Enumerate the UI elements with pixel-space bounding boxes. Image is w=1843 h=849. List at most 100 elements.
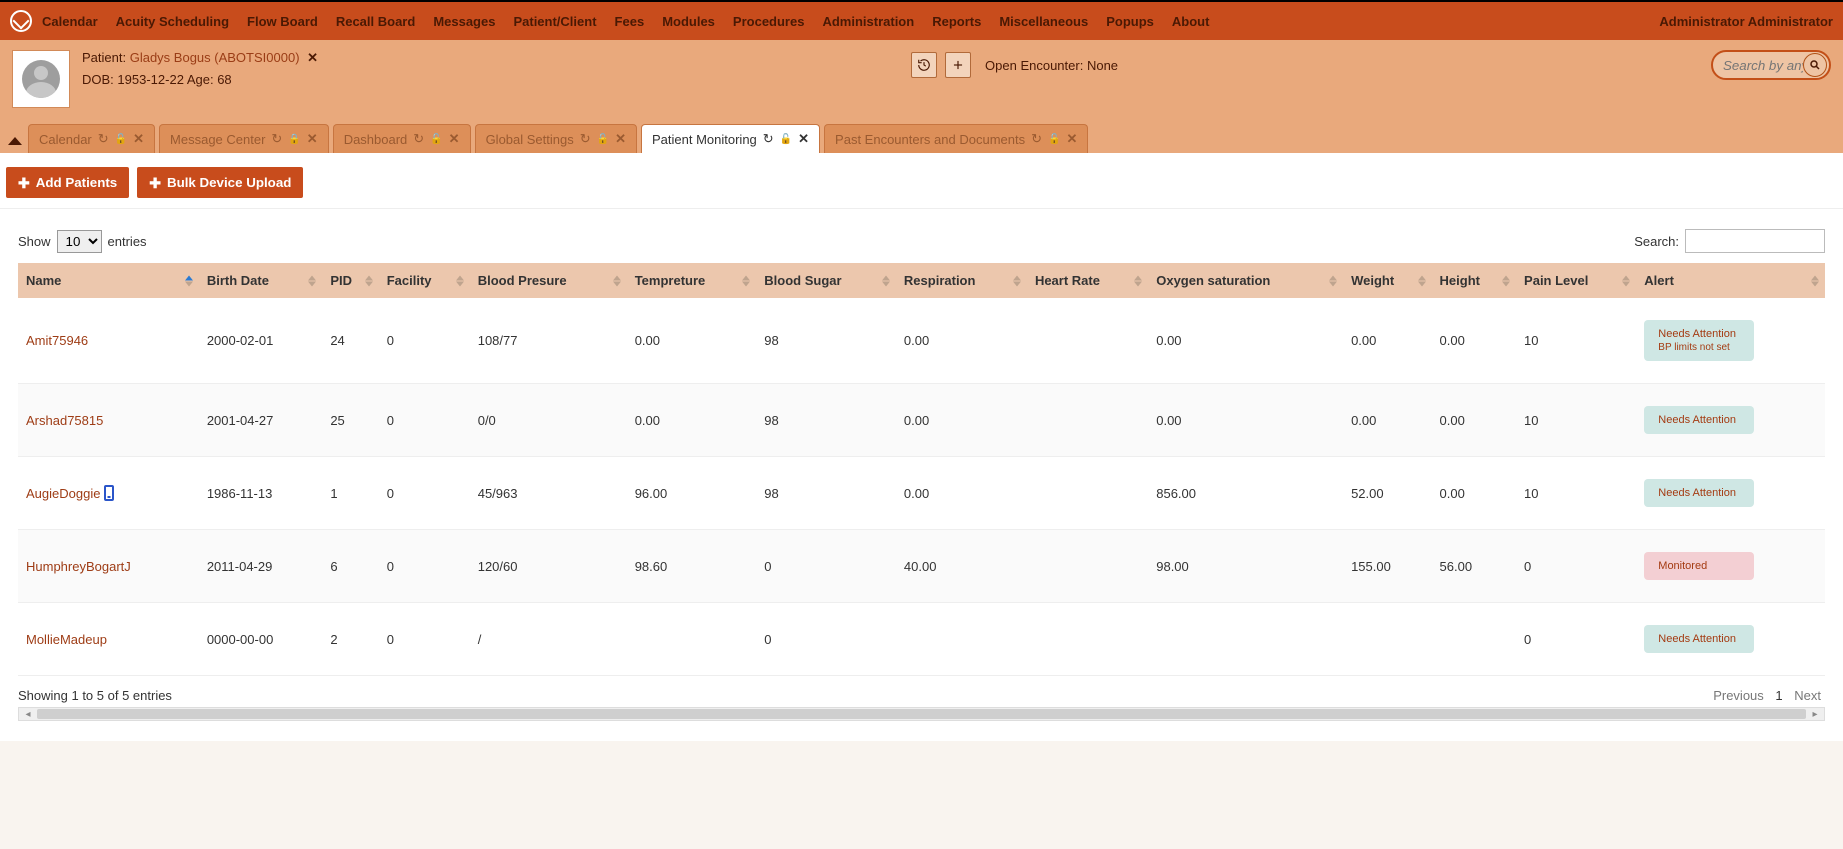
unlock-icon[interactable] (597, 134, 609, 145)
nav-item-messages[interactable]: Messages (433, 14, 495, 29)
tab-past-encounters-and-documents[interactable]: Past Encounters and Documents✕ (824, 124, 1088, 153)
tab-calendar[interactable]: Calendar✕ (28, 124, 155, 153)
close-icon[interactable]: ✕ (615, 131, 626, 147)
col-label: Blood Sugar (764, 273, 841, 288)
pager-previous[interactable]: Previous (1713, 688, 1764, 703)
new-encounter-button[interactable] (945, 52, 971, 78)
patient-avatar[interactable] (12, 50, 70, 108)
alert-badge[interactable]: Needs Attention (1644, 479, 1754, 507)
refresh-icon[interactable] (580, 131, 591, 147)
pager-next[interactable]: Next (1794, 688, 1821, 703)
refresh-icon[interactable] (1031, 131, 1042, 147)
app-logo-icon[interactable] (10, 10, 32, 32)
nav-item-administration[interactable]: Administration (822, 14, 914, 29)
refresh-icon[interactable] (271, 131, 282, 147)
patient-name-link[interactable]: MollieMadeup (26, 632, 107, 647)
action-bar: ✚Add Patients ✚Bulk Device Upload (0, 153, 1843, 209)
page-size-select[interactable]: 10 (57, 230, 102, 253)
nav-item-patient-client[interactable]: Patient/Client (513, 14, 596, 29)
col-heart-rate[interactable]: Heart Rate (1027, 263, 1148, 298)
close-icon[interactable]: ✕ (449, 131, 460, 147)
patient-name-link[interactable]: Arshad75815 (26, 413, 103, 428)
nav-item-recall-board[interactable]: Recall Board (336, 14, 415, 29)
nav-item-acuity-scheduling[interactable]: Acuity Scheduling (116, 14, 229, 29)
alert-badge[interactable]: Needs Attention (1644, 406, 1754, 434)
patient-name-link[interactable]: HumphreyBogartJ (26, 559, 131, 574)
col-blood-sugar[interactable]: Blood Sugar (756, 263, 896, 298)
col-tempreture[interactable]: Tempreture (627, 263, 757, 298)
nav-item-procedures[interactable]: Procedures (733, 14, 805, 29)
tab-global-settings[interactable]: Global Settings ✕ (475, 124, 637, 153)
cell-name[interactable]: Arshad75815 (18, 384, 199, 457)
refresh-icon[interactable] (413, 131, 424, 147)
global-search-input[interactable] (1723, 58, 1803, 73)
scroll-left-icon[interactable]: ◂ (20, 708, 36, 720)
pager-current-page[interactable]: 1 (1775, 688, 1782, 703)
cell: 0.00 (1432, 384, 1517, 457)
nav-item-about[interactable]: About (1172, 14, 1210, 29)
patient-name-link[interactable]: AugieDoggie (26, 486, 100, 501)
cell-name[interactable]: MollieMadeup (18, 603, 199, 676)
col-oxygen-saturation[interactable]: Oxygen saturation (1148, 263, 1343, 298)
cell-name[interactable]: Amit75946 (18, 298, 199, 384)
unlock-icon[interactable] (1048, 134, 1060, 145)
nav-item-miscellaneous[interactable]: Miscellaneous (999, 14, 1088, 29)
nav-item-reports[interactable]: Reports (932, 14, 981, 29)
close-icon[interactable]: ✕ (133, 131, 144, 147)
col-weight[interactable]: Weight (1343, 263, 1431, 298)
cell-alert: Monitored (1636, 530, 1825, 603)
tab-label: Global Settings (486, 132, 574, 147)
encounter-history-button[interactable] (911, 52, 937, 78)
sort-icon (365, 275, 373, 286)
patient-name-link[interactable]: Gladys Bogus (ABOTSI0000) (130, 50, 300, 65)
collapse-header-icon[interactable] (8, 137, 22, 145)
nav-item-popups[interactable]: Popups (1106, 14, 1154, 29)
col-label: Name (26, 273, 61, 288)
close-icon[interactable]: ✕ (1066, 131, 1077, 147)
lock-icon[interactable] (288, 134, 300, 145)
cell: 0 (756, 530, 896, 603)
refresh-icon[interactable] (763, 131, 774, 147)
alert-badge[interactable]: Monitored (1644, 552, 1754, 580)
col-alert[interactable]: Alert (1636, 263, 1825, 298)
nav-item-modules[interactable]: Modules (662, 14, 715, 29)
col-pain-level[interactable]: Pain Level (1516, 263, 1636, 298)
alert-badge[interactable]: Needs Attention (1644, 625, 1754, 653)
col-birth-date[interactable]: Birth Date (199, 263, 323, 298)
col-facility[interactable]: Facility (379, 263, 470, 298)
scroll-thumb[interactable] (37, 709, 1806, 719)
unlock-icon[interactable] (430, 134, 442, 145)
scroll-right-icon[interactable]: ▸ (1807, 708, 1823, 720)
global-search-button[interactable] (1803, 53, 1827, 77)
unlock-icon[interactable] (115, 134, 127, 145)
alert-badge[interactable]: Needs AttentionBP limits not set (1644, 320, 1754, 361)
nav-item-calendar[interactable]: Calendar (42, 14, 98, 29)
col-blood-presure[interactable]: Blood Presure (470, 263, 627, 298)
col-pid[interactable]: PID (322, 263, 378, 298)
cell-name[interactable]: HumphreyBogartJ (18, 530, 199, 603)
nav-item-flow-board[interactable]: Flow Board (247, 14, 318, 29)
col-height[interactable]: Height (1432, 263, 1517, 298)
tab-dashboard[interactable]: Dashboard✕ (333, 124, 471, 153)
add-patients-button[interactable]: ✚Add Patients (6, 167, 129, 198)
cell: 0.00 (1432, 457, 1517, 530)
col-name[interactable]: Name (18, 263, 199, 298)
patient-name-link[interactable]: Amit75946 (26, 333, 88, 348)
tab-message-center[interactable]: Message Center✕ (159, 124, 329, 153)
current-user[interactable]: Administrator Administrator (1659, 14, 1833, 29)
nav-menu: Calendar Acuity Scheduling Flow Board Recal… (42, 14, 1659, 29)
nav-item-fees[interactable]: Fees (615, 14, 645, 29)
cell: 52.00 (1343, 457, 1431, 530)
close-icon[interactable]: ✕ (307, 131, 318, 147)
cell-name[interactable]: AugieDoggie (18, 457, 199, 530)
col-respiration[interactable]: Respiration (896, 263, 1027, 298)
unlock-icon[interactable] (780, 134, 792, 145)
horizontal-scrollbar[interactable]: ◂ ▸ (18, 707, 1825, 721)
clear-patient-icon[interactable]: ✕ (307, 50, 318, 65)
table-search-input[interactable] (1685, 229, 1825, 253)
tab-patient-monitoring[interactable]: Patient Monitoring✕ (641, 124, 820, 153)
close-icon[interactable]: ✕ (798, 131, 809, 147)
bulk-device-upload-button[interactable]: ✚Bulk Device Upload (137, 167, 303, 198)
cell: 98 (756, 384, 896, 457)
refresh-icon[interactable] (98, 131, 109, 147)
